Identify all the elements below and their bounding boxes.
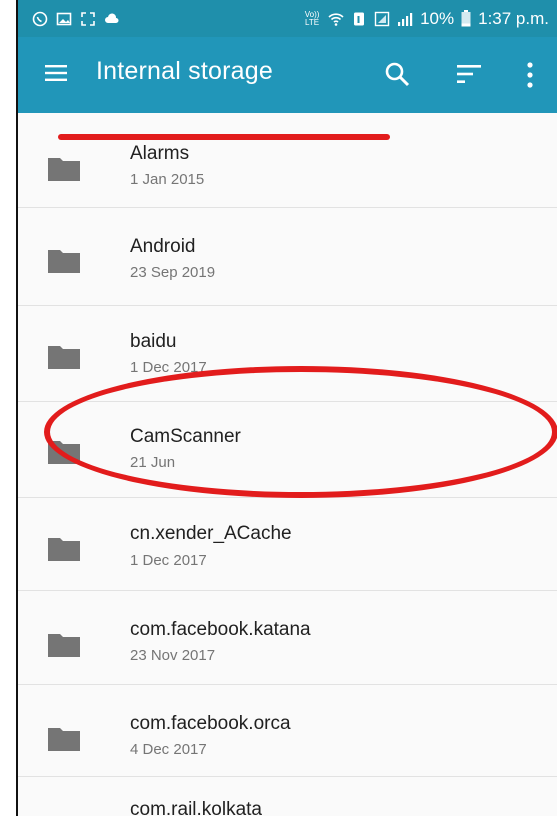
list-item[interactable]: CamScanner 21 Jun (18, 402, 557, 498)
page-title: Internal storage (96, 57, 273, 85)
folder-icon (48, 158, 80, 181)
cloud-icon (105, 12, 119, 23)
file-date: 1 Jan 2015 (130, 171, 205, 188)
file-name: com.facebook.katana (130, 619, 311, 640)
folder-icon (48, 538, 80, 561)
clock: 1:37 p.m. (478, 8, 549, 28)
whatsapp-icon (32, 11, 48, 26)
file-date: 23 Sep 2019 (130, 264, 216, 281)
folder-icon (48, 250, 80, 273)
file-name: com.facebook.orca (130, 713, 291, 734)
file-name: cn.xender_ACache (130, 523, 292, 544)
file-name: baidu (130, 331, 177, 352)
file-date: 1 Dec 2017 (130, 552, 207, 569)
file-manager-app: Vo)) LTE 10% 1:37 p.m. Internal storage (18, 0, 557, 816)
file-list: Alarms 1 Jan 2015 Android 23 Sep 2019 ba… (18, 113, 557, 816)
file-name: com.rail.kolkata (130, 799, 262, 816)
menu-icon[interactable] (44, 61, 68, 85)
more-icon[interactable] (524, 61, 536, 89)
signal-icon (398, 12, 413, 26)
app-bar: Internal storage (18, 37, 557, 140)
wifi-icon (328, 12, 344, 26)
frame-border (0, 0, 18, 816)
file-name: CamScanner (130, 426, 241, 447)
folder-icon (48, 441, 80, 464)
list-item[interactable]: com.facebook.katana 23 Nov 2017 (18, 591, 557, 685)
battery-percent: 10% (420, 8, 455, 28)
folder-icon (48, 728, 80, 751)
list-item[interactable]: Android 23 Sep 2019 (18, 208, 557, 306)
screenshot-icon (81, 11, 95, 26)
signal-empty-icon (374, 11, 390, 26)
sort-icon[interactable] (456, 63, 482, 85)
file-date: 21 Jun (130, 454, 176, 471)
folder-icon (48, 634, 80, 657)
gallery-icon (56, 12, 72, 25)
list-item[interactable]: cn.xender_ACache 1 Dec 2017 (18, 498, 557, 591)
file-date: 23 Nov 2017 (130, 647, 216, 664)
file-date: 4 Dec 2017 (130, 741, 207, 758)
volte-indicator: Vo)) LTE (304, 9, 320, 27)
folder-icon (48, 346, 80, 369)
sim-icon (354, 12, 365, 25)
list-item[interactable]: Alarms 1 Jan 2015 (18, 113, 557, 208)
search-icon[interactable] (384, 61, 410, 87)
file-name: Android (130, 236, 196, 257)
battery-icon (461, 10, 471, 27)
list-item[interactable]: baidu 1 Dec 2017 (18, 306, 557, 402)
list-item[interactable]: com.facebook.orca 4 Dec 2017 (18, 685, 557, 777)
list-item[interactable]: com.rail.kolkata (18, 777, 557, 816)
status-bar: Vo)) LTE 10% 1:37 p.m. (18, 0, 557, 37)
file-date: 1 Dec 2017 (130, 359, 207, 376)
file-name: Alarms (130, 143, 190, 164)
screenshot-frame: Vo)) LTE 10% 1:37 p.m. Internal storage (0, 0, 557, 816)
